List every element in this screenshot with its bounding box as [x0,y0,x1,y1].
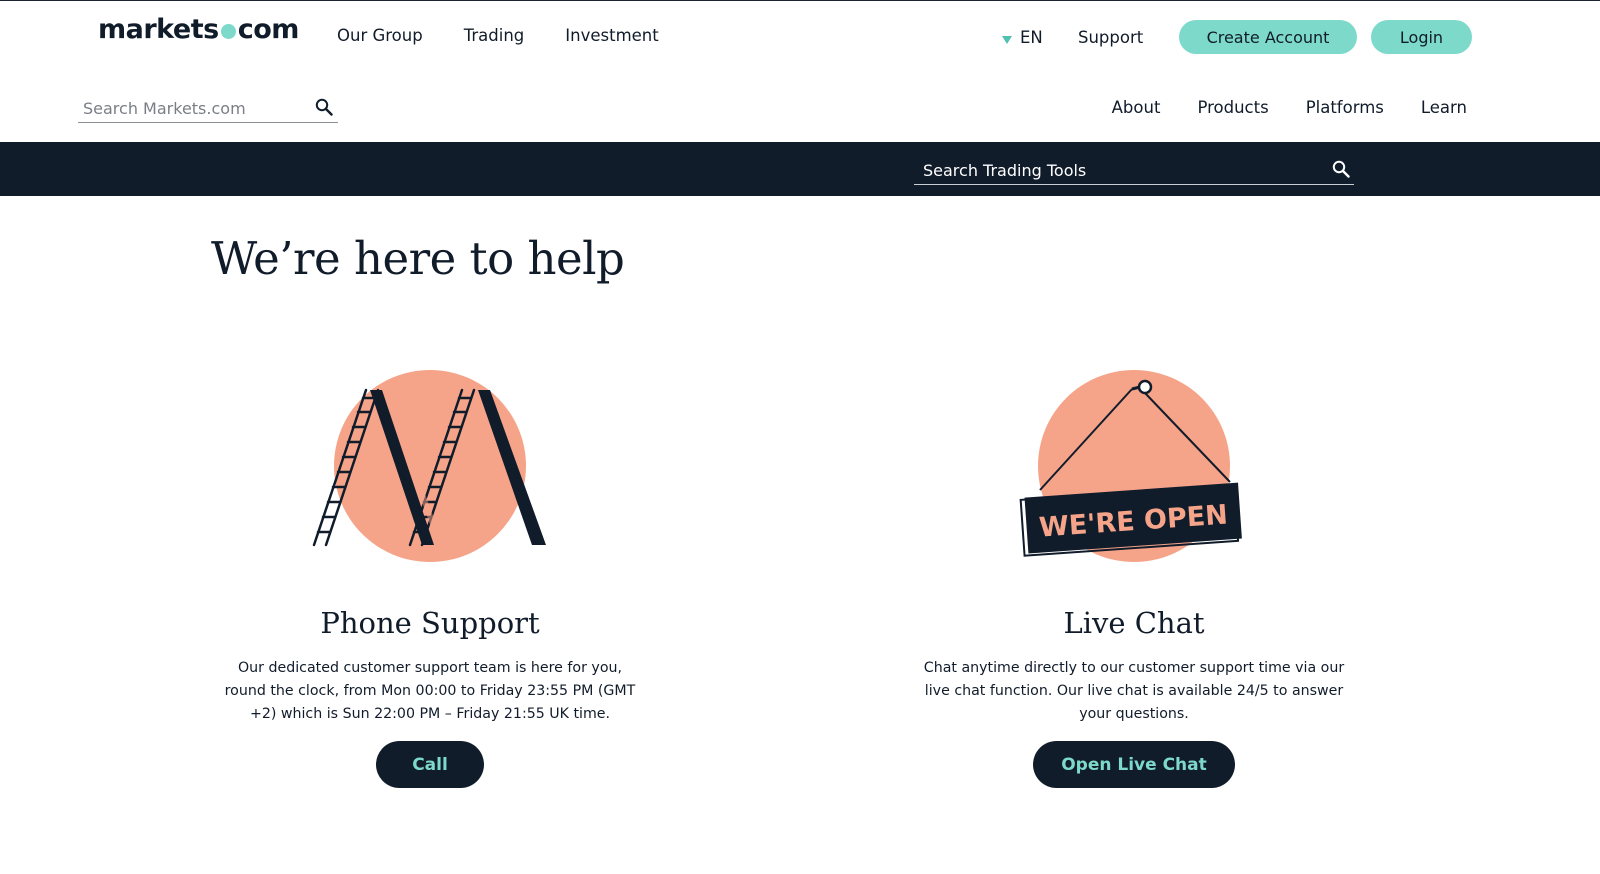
call-button[interactable]: Call [376,741,484,788]
phone-support-text: Our dedicated customer support team is h… [224,660,636,722]
nav-our-group[interactable]: Our Group [337,26,423,45]
top-border [0,0,1600,1]
primary-nav: Our Group Trading Investment [337,26,659,45]
nav-platforms[interactable]: Platforms [1306,98,1384,117]
phone-support-section: Phone Support Our dedicated customer sup… [210,360,650,788]
trading-tools-input[interactable] [914,156,1323,184]
live-chat-section: WE'RE OPEN Live Chat Chat anytime direct… [914,360,1354,788]
login-button[interactable]: Login [1371,20,1472,54]
create-account-button[interactable]: Create Account [1179,20,1357,54]
nav-investment[interactable]: Investment [565,26,658,45]
page-title: We’re here to help [211,232,625,285]
search-icon[interactable] [1332,160,1350,183]
nav-products[interactable]: Products [1197,98,1268,117]
search-icon[interactable] [315,98,333,121]
logo-text-left: markets [98,14,219,45]
secondary-nav: About Products Platforms Learn [1112,98,1467,117]
ladders-illustration [312,370,546,562]
logo-dot [220,24,236,39]
trading-tools-search [914,156,1354,185]
markets-logo[interactable]: markets com [98,14,299,45]
open-live-chat-button[interactable]: Open Live Chat [1033,741,1235,788]
open-sign-illustration: WE'RE OPEN [1019,370,1242,562]
chevron-down-icon [1002,35,1012,44]
nav-learn[interactable]: Learn [1421,98,1467,117]
support-link[interactable]: Support [1078,28,1143,47]
logo-text-right: com [237,14,300,45]
nav-about[interactable]: About [1112,98,1161,117]
language-selector[interactable]: EN [1002,28,1043,47]
site-search-input[interactable] [78,94,308,122]
live-chat-heading: Live Chat [1063,606,1205,640]
site-search [78,94,338,123]
trading-tools-bar [0,142,1600,196]
live-chat-text: Chat anytime directly to our customer su… [923,660,1345,722]
nav-trading[interactable]: Trading [464,26,525,45]
language-label: EN [1020,28,1043,47]
phone-support-heading: Phone Support [320,606,540,640]
